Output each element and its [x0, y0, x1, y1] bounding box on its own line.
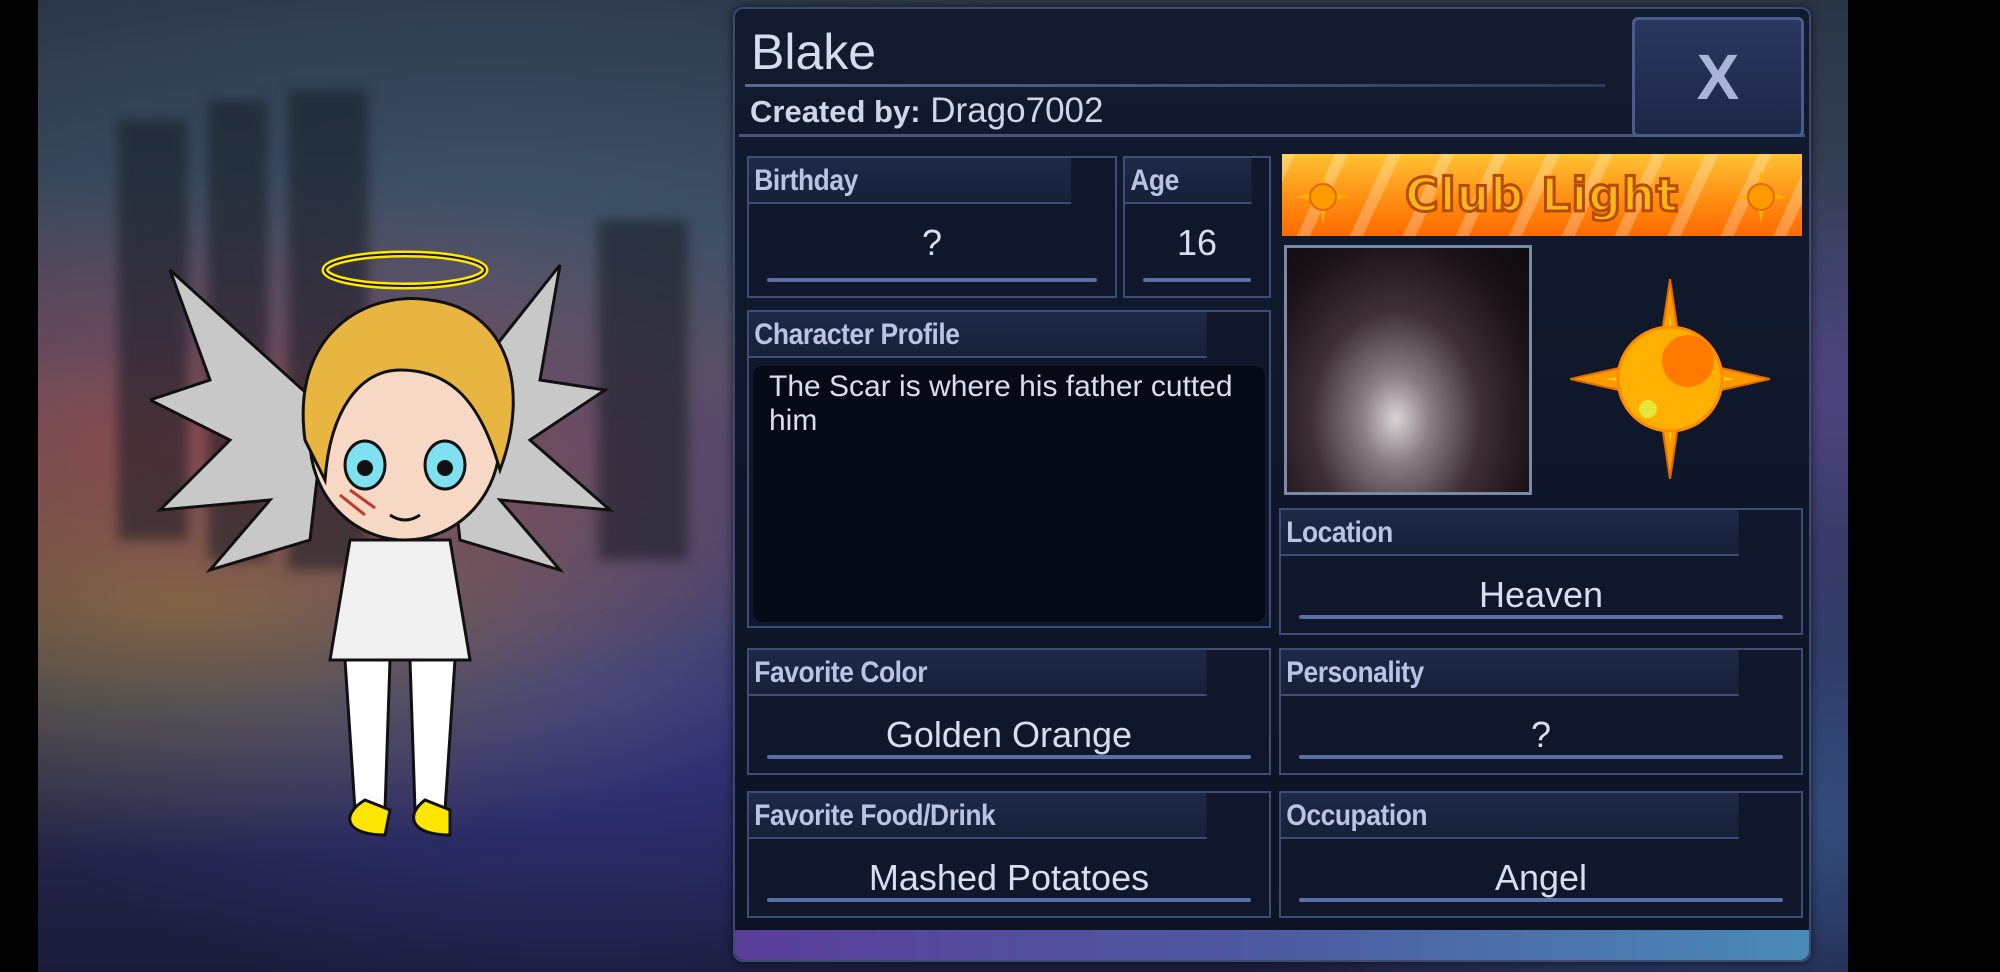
occupation-label: Occupation: [1281, 793, 1739, 839]
birthday-value[interactable]: ?: [749, 204, 1115, 264]
age-value[interactable]: 16: [1125, 204, 1269, 264]
favorite-color-field: Favorite Color Golden Orange: [747, 648, 1271, 775]
profile-label: Character Profile: [749, 312, 1207, 358]
profile-text: The Scar is where his father cutted him: [769, 370, 1233, 437]
favorite-food-label: Favorite Food/Drink: [749, 793, 1207, 839]
location-label: Location: [1281, 510, 1739, 556]
panel-bottom-bar: [735, 930, 1809, 960]
location-field: Location Heaven: [1279, 508, 1803, 635]
favorite-food-value[interactable]: Mashed Potatoes: [749, 839, 1269, 899]
personality-underline: [1299, 755, 1783, 759]
sun-icon: [1296, 170, 1350, 224]
club-banner[interactable]: Club Light: [1282, 154, 1802, 236]
location-underline: [1299, 615, 1783, 619]
name-underline: [745, 84, 1605, 87]
age-underline: [1143, 278, 1251, 282]
character-name: Blake: [751, 24, 877, 80]
birthday-field: Birthday ?: [747, 156, 1117, 298]
sun-icon: [1734, 170, 1788, 224]
location-value[interactable]: Heaven: [1281, 556, 1801, 616]
favorite-color-underline: [767, 755, 1251, 759]
personality-label: Personality: [1281, 650, 1739, 696]
creator-line: Created by: Drago7002: [750, 91, 1103, 131]
personality-field: Personality ?: [1279, 648, 1803, 775]
birthday-underline: [767, 278, 1097, 282]
close-button[interactable]: X: [1632, 17, 1804, 137]
profile-field: Character Profile The Scar is where his …: [747, 310, 1271, 628]
club-background-image[interactable]: [1284, 245, 1532, 495]
favorite-color-label: Favorite Color: [749, 650, 1207, 696]
character-sprite: [150, 250, 615, 837]
occupation-field: Occupation Angel: [1279, 791, 1803, 918]
age-label: Age: [1125, 158, 1252, 204]
occupation-value[interactable]: Angel: [1281, 839, 1801, 899]
birthday-label: Birthday: [749, 158, 1072, 204]
creator-name: Drago7002: [930, 91, 1104, 130]
personality-value[interactable]: ?: [1281, 696, 1801, 756]
club-name: Club Light: [1404, 167, 1680, 224]
created-by-label: Created by:: [750, 94, 921, 129]
occupation-underline: [1299, 898, 1783, 902]
character-info-panel: Blake Created by: Drago7002 X Birthday ?…: [733, 7, 1811, 962]
sun-icon[interactable]: [1570, 279, 1770, 479]
age-field: Age 16: [1123, 156, 1271, 298]
favorite-color-value[interactable]: Golden Orange: [749, 696, 1269, 756]
favorite-food-underline: [767, 898, 1251, 902]
favorite-food-field: Favorite Food/Drink Mashed Potatoes: [747, 791, 1271, 918]
